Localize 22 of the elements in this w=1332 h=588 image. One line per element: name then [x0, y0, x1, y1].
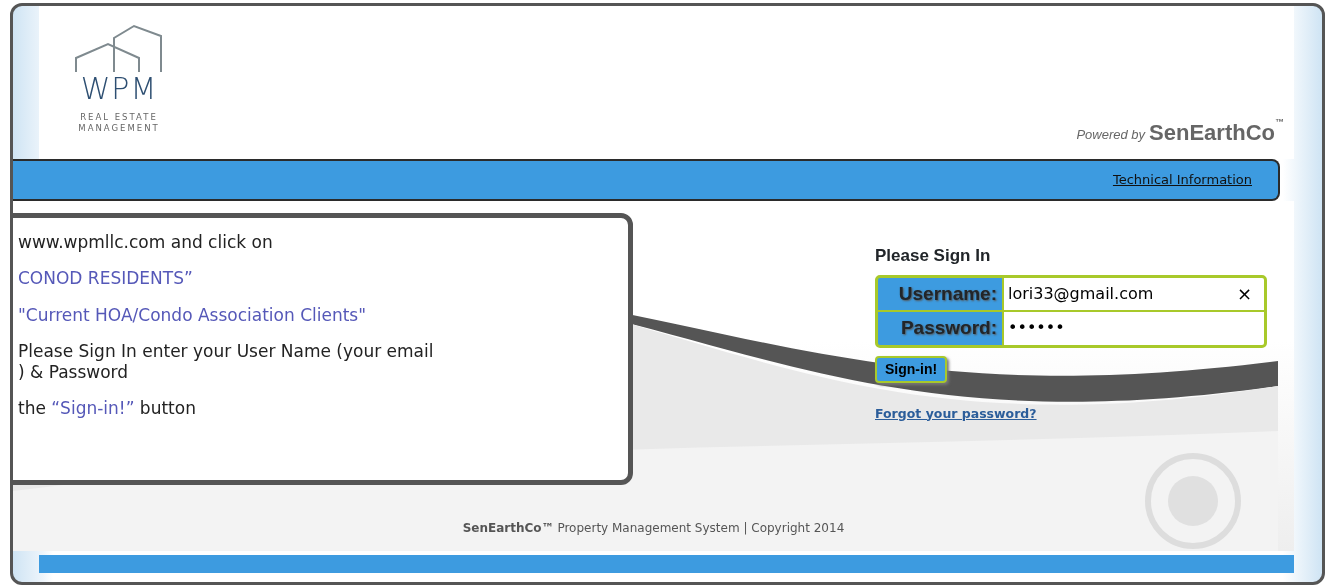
technical-information-link[interactable]: Technical Information [1112, 170, 1252, 190]
brand-name: SenEarthCo [1149, 119, 1275, 147]
trademark-mark: ™ [1275, 116, 1284, 129]
instruction-line: "Current HOA/Condo Association Clients" [18, 304, 368, 326]
powered-by-label: Powered by [1076, 126, 1146, 144]
forgot-password-link[interactable]: Forgot your password? [875, 404, 1037, 424]
footer-text: SenEarthCo™ Property Management System | Copyright 2014 [462, 521, 845, 535]
instruction-line: Please Sign In enter your User Name (your email ) & Password [18, 341, 435, 382]
input-field[interactable]: lori33@gmail.com × [1004, 277, 1264, 310]
logo-tagline: MANAGEMENT [78, 123, 160, 135]
field-label: Password: [878, 312, 1002, 345]
input-field[interactable]: •••••• [1004, 312, 1264, 345]
clear-button[interactable]: × [1224, 284, 1264, 303]
sign-in-button[interactable]: Sign-in! [875, 355, 948, 383]
field-label: Username: [878, 277, 1002, 310]
buildings-logo-icon [74, 24, 164, 72]
logo-tagline: REAL ESTATE [80, 112, 158, 124]
instruction-line: www.wpmllc.com and click on [18, 232, 274, 253]
instruction-line: CONOD RESIDENTS” [18, 268, 194, 289]
instruction-line: the “Sign-in!” button [18, 397, 197, 419]
logo-wordmark: WPM [80, 74, 158, 104]
sign-in-heading: Please Sign In [875, 245, 992, 267]
